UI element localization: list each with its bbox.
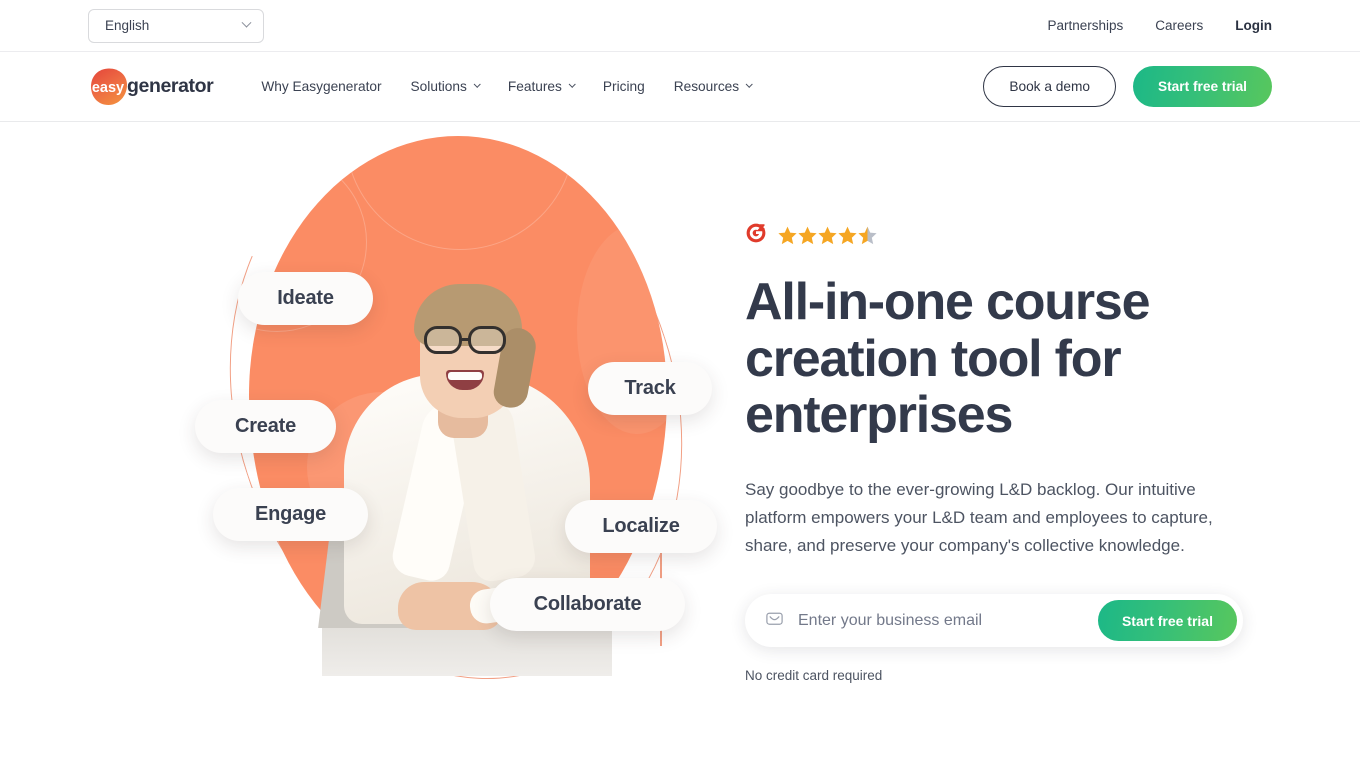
- hero-section: Ideate Create Engage Track Localize Coll…: [0, 73, 1360, 764]
- logo-mark-icon: easy: [88, 66, 130, 108]
- nav-item-why-easygenerator[interactable]: Why Easygenerator: [261, 79, 381, 94]
- feature-pill-ideate: Ideate: [238, 272, 373, 325]
- utility-bar: English Partnerships Careers Login: [0, 0, 1360, 52]
- main-header: easy generator Why Easygenerator Solutio…: [0, 52, 1360, 122]
- no-credit-card-note: No credit card required: [745, 668, 883, 684]
- trial-signup-form: Start free trial: [745, 594, 1243, 648]
- feature-pill-localize: Localize: [565, 500, 717, 553]
- language-selector-value: English: [105, 18, 150, 33]
- book-demo-button[interactable]: Book a demo: [983, 66, 1116, 107]
- chevron-down-icon: [473, 80, 481, 88]
- chevron-down-icon: [241, 17, 252, 28]
- utility-link-login[interactable]: Login: [1235, 18, 1272, 33]
- hero-illustration: Ideate Create Engage Track Localize Coll…: [88, 73, 752, 764]
- nav-item-label: Solutions: [410, 79, 467, 94]
- hero-copy: All-in-one course creation tool for ente…: [705, 122, 1272, 683]
- svg-text:easy: easy: [92, 80, 124, 96]
- business-email-input[interactable]: [798, 611, 1098, 630]
- nav-item-label: Resources: [673, 79, 740, 94]
- feature-pill-engage: Engage: [213, 488, 368, 541]
- form-start-free-trial-button[interactable]: Start free trial: [1097, 600, 1237, 642]
- nav-item-pricing[interactable]: Pricing: [603, 79, 645, 94]
- language-selector[interactable]: English: [88, 8, 264, 43]
- nav-item-label: Features: [507, 79, 562, 94]
- logo[interactable]: easy generator: [88, 66, 214, 108]
- main-nav: Why Easygenerator Solutions Features Pri…: [261, 79, 753, 94]
- header-start-free-trial-button[interactable]: Start free trial: [1132, 66, 1272, 107]
- hero-description: Say goodbye to the ever-growing L&D back…: [745, 480, 1213, 556]
- nav-item-label: Why Easygenerator: [261, 79, 382, 94]
- nav-item-resources[interactable]: Resources: [673, 79, 753, 94]
- nav-item-label: Pricing: [602, 79, 645, 94]
- utility-links: Partnerships Careers Login: [1047, 18, 1272, 33]
- envelope-icon: [765, 609, 784, 633]
- feature-pill-create: Create: [195, 400, 336, 453]
- chevron-down-icon: [745, 80, 753, 88]
- feature-pill-track: Track: [588, 362, 712, 415]
- g2-logo-icon: [745, 222, 767, 249]
- nav-item-solutions[interactable]: Solutions: [410, 79, 481, 94]
- utility-link-careers[interactable]: Careers: [1155, 18, 1203, 33]
- utility-link-partnerships[interactable]: Partnerships: [1047, 18, 1123, 33]
- stars-icon: [778, 226, 877, 244]
- g2-rating: [745, 222, 1272, 249]
- page-title: All-in-one course creation tool for ente…: [745, 273, 1151, 445]
- star-rating: [778, 226, 878, 246]
- logo-wordmark: generator: [127, 75, 214, 97]
- feature-pill-collaborate: Collaborate: [490, 578, 685, 631]
- chevron-down-icon: [568, 80, 576, 88]
- nav-item-features[interactable]: Features: [507, 79, 576, 94]
- header-actions: Book a demo Start free trial: [983, 66, 1272, 107]
